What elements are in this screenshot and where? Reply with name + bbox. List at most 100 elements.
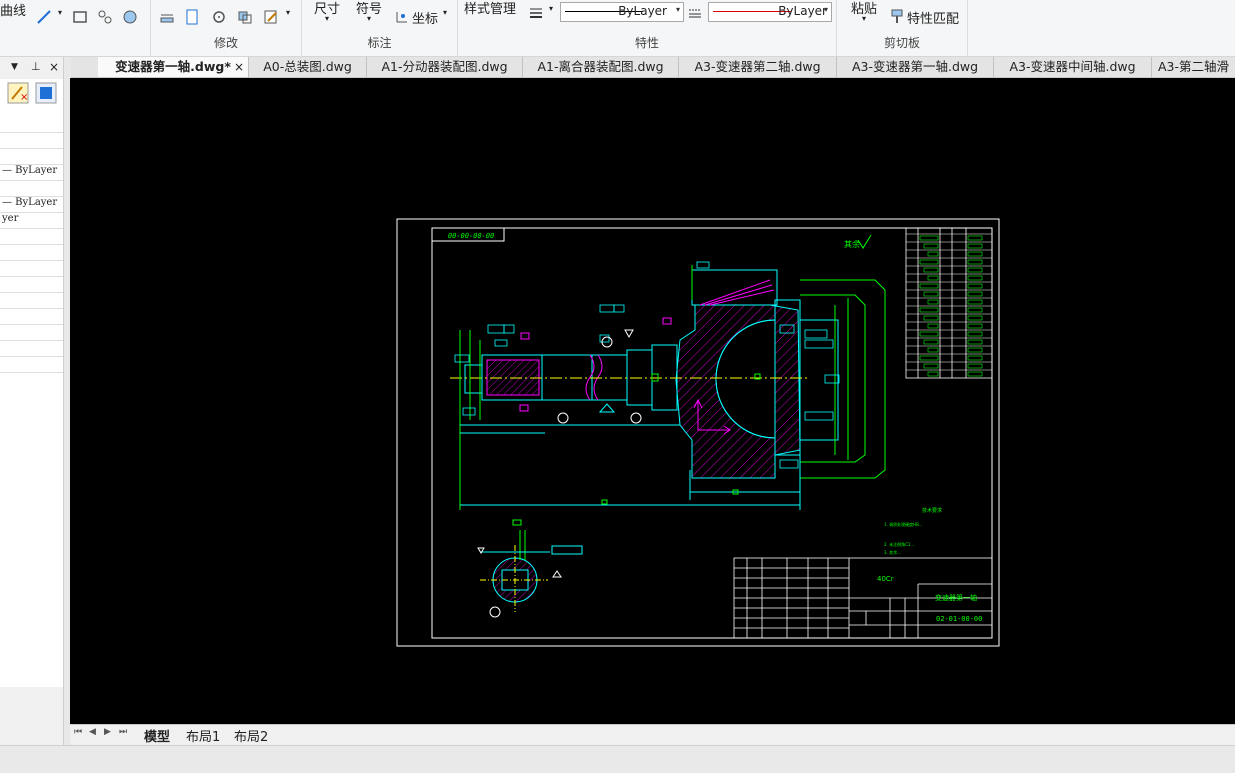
svg-text:×: ×: [20, 92, 28, 103]
modify-more-arrow[interactable]: ▾: [286, 8, 290, 17]
property-row[interactable]: — ByLayer: [0, 197, 65, 213]
property-row[interactable]: — ByLayer: [0, 165, 65, 181]
table-cell-mark: [967, 307, 983, 313]
material-text: 40Cr: [877, 575, 894, 583]
cad-drawing: 00-00-00-00 其余 技术要求 1. 调质处理硬度HB... 2. 未注…: [396, 218, 1000, 647]
match-properties-icon[interactable]: [889, 8, 905, 24]
lineweight-icon[interactable]: [528, 5, 544, 21]
linetype-combo[interactable]: ByLayer ▾: [560, 2, 684, 22]
parameter-table: [905, 227, 993, 379]
lineweight-dropdown-arrow[interactable]: ▾: [549, 4, 553, 13]
properties-palette: ▼ ⊥ × × — ByLayer — ByLayer yer: [0, 57, 65, 687]
annotate-panel-label: 标注: [367, 36, 392, 50]
property-row[interactable]: [0, 261, 65, 277]
property-row[interactable]: [0, 149, 65, 165]
table-cell-mark: [967, 291, 983, 297]
tab-drawing[interactable]: A0-总装图.dwg: [249, 57, 367, 77]
property-row[interactable]: [0, 357, 65, 373]
part-number-text: 02-01-00-00: [936, 615, 982, 623]
table-cell-mark: [927, 371, 939, 377]
boundary-icon[interactable]: [97, 9, 113, 25]
chevron-down-icon: ▾: [823, 5, 828, 14]
close-icon[interactable]: ×: [234, 57, 244, 77]
next-layout-icon[interactable]: ▶: [104, 727, 111, 737]
tech-requirement-line: 1. 调质处理硬度HB...: [884, 521, 923, 527]
rectangle-icon[interactable]: [72, 9, 88, 25]
table-cell-mark: [967, 347, 983, 353]
linetype-icon[interactable]: [687, 5, 703, 21]
tab-current-drawing[interactable]: 变速器第一轴.dwg* ×: [98, 57, 249, 77]
paste-dropdown-arrow[interactable]: ▾: [862, 14, 866, 23]
tab-drawing[interactable]: A3-变速器中间轴.dwg: [994, 57, 1152, 77]
first-layout-icon[interactable]: ⏮: [74, 727, 82, 737]
table-cell-mark: [967, 243, 983, 249]
copy-icon[interactable]: [237, 9, 253, 25]
clear-selection-icon[interactable]: ×: [7, 82, 29, 104]
property-row[interactable]: [0, 181, 65, 197]
quick-select-icon[interactable]: [35, 82, 57, 104]
ribbon: 曲线 ▾ ▾ 修改 尺寸 ▾ 符号 ▾ 坐标 ▾ 标注 样式管理 ▾ ByLay…: [0, 0, 1235, 57]
property-row[interactable]: yer: [0, 213, 65, 229]
document-icon[interactable]: [184, 9, 200, 25]
close-icon[interactable]: ×: [49, 60, 59, 74]
linetype-value: ByLayer: [618, 4, 667, 18]
properties-panel-label: 特性: [634, 36, 659, 50]
tab-model[interactable]: 模型: [144, 726, 170, 745]
tab-layout2[interactable]: 布局2: [234, 726, 268, 745]
table-cell-mark: [919, 283, 939, 289]
table-cell-mark: [967, 275, 983, 281]
coordinate-dropdown-arrow[interactable]: ▾: [443, 8, 447, 17]
line-dropdown-arrow[interactable]: ▾: [58, 8, 62, 17]
property-row[interactable]: [0, 341, 65, 357]
table-cell-mark: [923, 291, 939, 297]
align-icon[interactable]: [159, 9, 175, 25]
color-combo[interactable]: ByLayer ▾: [708, 2, 832, 22]
table-cell-mark: [919, 259, 939, 265]
cross-section-view: [477, 519, 583, 618]
table-cell-mark: [967, 339, 983, 345]
pin-icon[interactable]: ⊥: [31, 60, 41, 73]
coordinate-button[interactable]: 坐标: [412, 8, 438, 27]
table-cell-mark: [919, 235, 939, 241]
table-cell-mark: [927, 251, 939, 257]
property-row[interactable]: [0, 245, 65, 261]
tab-drawing[interactable]: A3-第二轴滑: [1152, 57, 1235, 77]
clipboard-panel: 粘贴 ▾ 特性匹配 剪切板: [837, 0, 968, 56]
chevron-down-icon[interactable]: ▼: [11, 62, 18, 72]
tab-drawing[interactable]: A1-分动器装配图.dwg: [367, 57, 523, 77]
line-icon[interactable]: [36, 9, 52, 25]
property-row[interactable]: [0, 309, 65, 325]
style-manager-button[interactable]: 样式管理: [464, 0, 516, 17]
annotate-panel: 尺寸 ▾ 符号 ▾ 坐标 ▾ 标注: [302, 0, 458, 56]
table-cell-mark: [967, 355, 983, 361]
property-row[interactable]: [0, 117, 65, 133]
property-row[interactable]: [0, 293, 65, 309]
table-cell-mark: [967, 331, 983, 337]
property-row[interactable]: [0, 133, 65, 149]
drawing-canvas[interactable]: 00-00-00-00 其余 技术要求 1. 调质处理硬度HB... 2. 未注…: [70, 78, 1235, 724]
property-row[interactable]: [0, 325, 65, 341]
coordinate-icon[interactable]: [394, 9, 410, 25]
tab-drawing[interactable]: A3-变速器第一轴.dwg: [837, 57, 994, 77]
tab-drawing[interactable]: A3-变速器第二轴.dwg: [679, 57, 837, 77]
tab-drawing[interactable]: A1-离合器装配图.dwg: [523, 57, 679, 77]
table-cell-mark: [967, 371, 983, 377]
table-cell-mark: [919, 355, 939, 361]
property-row[interactable]: [0, 229, 65, 245]
table-cell-mark: [927, 347, 939, 353]
last-layout-icon[interactable]: ⏭: [119, 727, 127, 737]
match-properties-button[interactable]: 特性匹配: [907, 8, 959, 27]
tab-layout1[interactable]: 布局1: [186, 726, 220, 745]
color-value: ByLayer: [778, 4, 827, 18]
dimension-dropdown-arrow[interactable]: ▾: [325, 14, 329, 23]
symbol-dropdown-arrow[interactable]: ▾: [367, 14, 371, 23]
curve-button[interactable]: 曲线: [0, 0, 26, 19]
prev-layout-icon[interactable]: ◀: [89, 727, 96, 737]
region-icon[interactable]: [122, 9, 138, 25]
properties-panel: 样式管理 ▾ ByLayer ▾ ByLayer ▾ 特性: [458, 0, 837, 56]
tech-requirements-title: 技术要求: [922, 507, 942, 514]
table-cell-mark: [967, 259, 983, 265]
rotate-icon[interactable]: [211, 9, 227, 25]
edit-icon[interactable]: [263, 9, 279, 25]
property-row[interactable]: [0, 277, 65, 293]
